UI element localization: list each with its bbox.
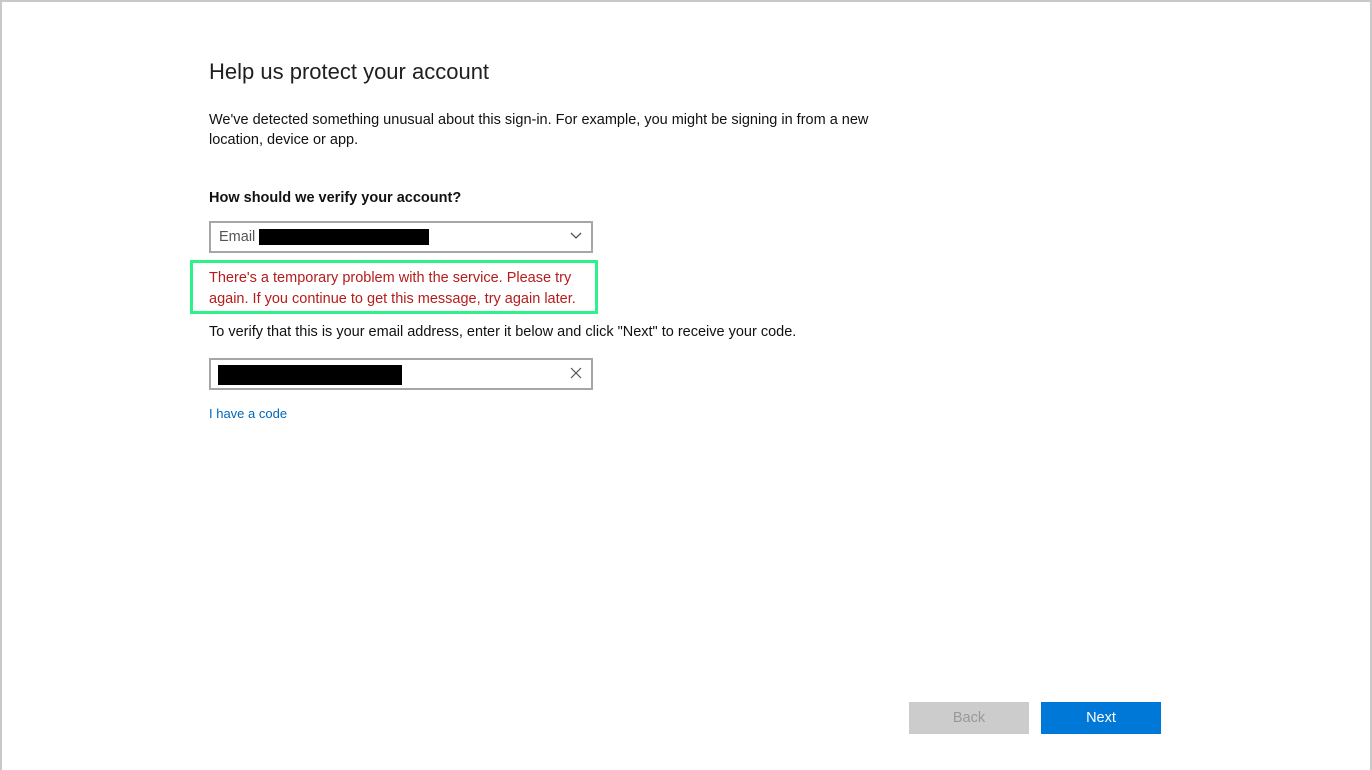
verify-account-panel: Help us protect your account We've detec…	[190, 56, 909, 421]
verify-method-select[interactable]: Email s	[209, 221, 593, 253]
error-highlight-box: There's a temporary problem with the ser…	[190, 260, 598, 314]
intro-text: We've detected something unusual about t…	[209, 112, 869, 148]
chevron-down-icon	[570, 232, 582, 239]
close-icon[interactable]	[569, 366, 583, 380]
verify-question: How should we verify your account?	[209, 190, 462, 206]
error-message: There's a temporary problem with the ser…	[209, 270, 576, 307]
email-field-wrapper	[209, 358, 593, 390]
redacted-email-input-block	[218, 365, 402, 385]
have-code-link[interactable]: I have a code	[209, 406, 287, 421]
next-button[interactable]: Next	[1041, 702, 1161, 734]
page-title: Help us protect your account	[209, 59, 490, 84]
back-button[interactable]: Back	[909, 702, 1029, 734]
redacted-email-block	[259, 229, 429, 245]
email-instruction: To verify that this is your email addres…	[209, 324, 797, 340]
